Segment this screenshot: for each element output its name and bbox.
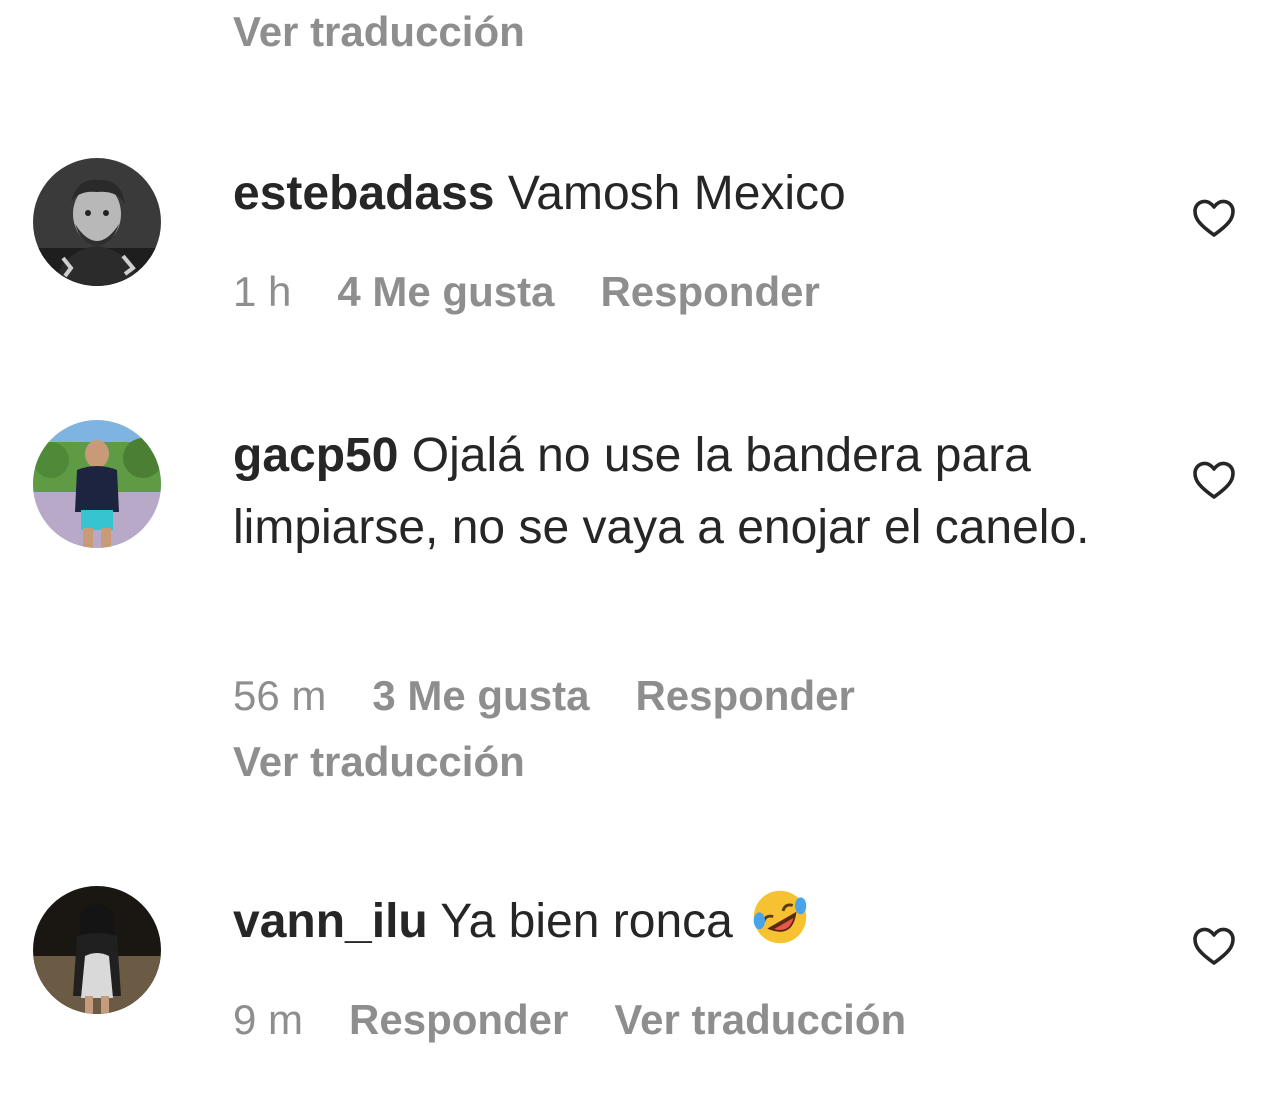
likes-count-link[interactable]: 4 Me gusta	[337, 268, 554, 315]
comment-meta: 56 m 3 Me gusta Responder	[233, 666, 1113, 726]
reply-button[interactable]: Responder	[349, 996, 568, 1043]
like-heart-icon[interactable]	[1190, 922, 1238, 970]
see-translation-link[interactable]: Ver traducción	[614, 996, 906, 1043]
avatar[interactable]	[33, 420, 161, 548]
like-heart-icon[interactable]	[1190, 456, 1238, 504]
avatar[interactable]	[33, 158, 161, 286]
rolling-on-floor-laughing-emoji-icon	[753, 890, 807, 944]
comment-meta: 1 h 4 Me gusta Responder	[233, 262, 1113, 322]
avatar-image	[33, 420, 161, 548]
avatar[interactable]	[33, 886, 161, 1014]
comment-time: 56 m	[233, 672, 327, 719]
comment-text: Ya bien ronca	[440, 895, 733, 948]
comment-text-line: vann_ilu Ya bien ronca	[233, 886, 1113, 958]
comment-username[interactable]: estebadass	[233, 167, 495, 220]
comment-time: 1 h	[233, 268, 292, 315]
comment-text: Vamosh Mexico	[507, 167, 846, 220]
like-heart-icon[interactable]	[1190, 194, 1238, 242]
comment-meta: 9 m Responder Ver traducción	[233, 990, 1113, 1050]
comment-username[interactable]: vann_ilu	[233, 895, 428, 948]
comment-username[interactable]: gacp50	[233, 429, 398, 482]
reply-button[interactable]: Responder	[635, 672, 854, 719]
comment-text-line: gacp50 Ojalá no use la bandera para limp…	[233, 420, 1113, 564]
avatar-image	[33, 158, 161, 286]
comment-time: 9 m	[233, 996, 304, 1043]
likes-count-link[interactable]: 3 Me gusta	[372, 672, 589, 719]
see-translation-link[interactable]: Ver traducción	[233, 732, 1113, 792]
comment-text-line: estebadass Vamosh Mexico	[233, 158, 1113, 230]
see-translation-link[interactable]: Ver traducción	[233, 6, 525, 58]
reply-button[interactable]: Responder	[600, 268, 819, 315]
avatar-image	[33, 886, 161, 1014]
